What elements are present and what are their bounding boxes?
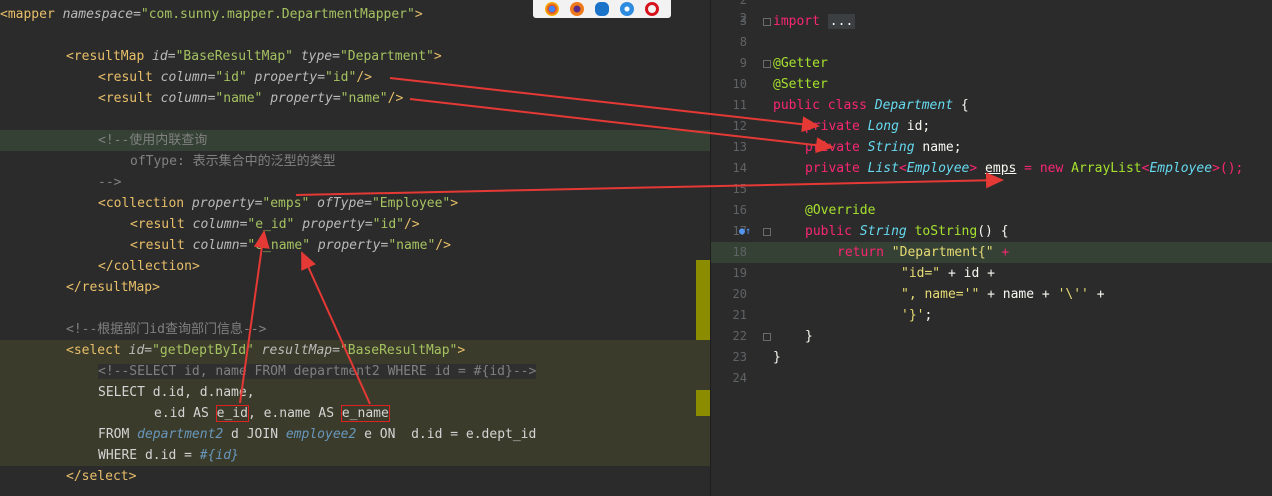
code-line[interactable]: ", name='" + name + '\'' +	[901, 284, 1105, 305]
field-name[interactable]: private String name;	[805, 137, 962, 158]
browser-open-toolbar[interactable]	[533, 0, 671, 18]
code-line[interactable]: <resultMap id="BaseResultMap" type="Depa…	[66, 46, 711, 67]
line-number: 23	[732, 350, 747, 364]
comment-line[interactable]: -->	[98, 172, 711, 193]
comment-line[interactable]: <!--根据部门id查询部门信息-->	[66, 319, 711, 340]
line-number: 19	[732, 266, 747, 280]
code-line[interactable]: </select>	[66, 466, 711, 487]
code-line[interactable]: <result column="e_name" property="name"/…	[130, 235, 711, 256]
chrome-icon[interactable]	[544, 2, 559, 16]
code-line[interactable]: <result column="name" property="name"/>	[98, 88, 711, 109]
setter-annotation[interactable]: @Setter	[773, 74, 828, 95]
code-line[interactable]: </resultMap>	[66, 277, 711, 298]
override-gutter-icon[interactable]: ●↑	[739, 221, 751, 242]
line-number: 18	[732, 245, 747, 259]
java-editor-pane[interactable]: 2 2 3 import ... 8 9 @Getter 10 @Setter 11 p…	[711, 0, 1272, 496]
xml-editor-pane[interactable]: <mapper namespace="com.sunny.mapper.Depa…	[0, 0, 711, 496]
line-number: 10	[732, 77, 747, 91]
line-number: 14	[732, 161, 747, 175]
fold-toggle[interactable]	[763, 18, 771, 26]
code-line[interactable]: WHERE d.id = #{id}	[98, 445, 711, 466]
code-line[interactable]: return "Department{" +	[837, 242, 1009, 263]
code-line[interactable]: <collection property="emps" ofType="Empl…	[98, 193, 711, 214]
line-number: 15	[732, 182, 747, 196]
line-number: 16	[732, 203, 747, 217]
class-declaration[interactable]: public class Department {	[773, 95, 969, 116]
code-line[interactable]: SELECT d.id, d.name,	[98, 382, 711, 403]
folded-imports[interactable]: ...	[827, 14, 856, 29]
code-line[interactable]: </collection>	[98, 256, 711, 277]
fold-toggle[interactable]	[763, 60, 771, 68]
field-id[interactable]: private Long id;	[805, 116, 930, 137]
code-line[interactable]: }	[773, 347, 781, 368]
line-number: 8	[739, 35, 747, 49]
line-number: 13	[732, 140, 747, 154]
safari-icon[interactable]	[620, 2, 635, 16]
line-number: 22	[732, 329, 747, 343]
override-annotation[interactable]: @Override	[805, 200, 875, 221]
code-line[interactable]: <result column="e_id" property="id"/>	[130, 214, 711, 235]
fold-toggle[interactable]	[763, 228, 771, 236]
code-line[interactable]: e.id AS e_id, e.name AS e_name	[154, 403, 711, 424]
line-number: 2	[739, 0, 747, 7]
code-line[interactable]: <result column="id" property="id"/>	[98, 67, 711, 88]
line-number: 12	[732, 119, 747, 133]
comment-line[interactable]: <!--使用内联查询	[98, 130, 710, 151]
code-line[interactable]: <select id="getDeptById" resultMap="Base…	[66, 340, 711, 361]
code-line[interactable]: '}';	[901, 305, 932, 326]
firefox-icon[interactable]	[569, 2, 584, 16]
comment-line[interactable]: <!--SELECT id, name FROM department2 WHE…	[98, 361, 711, 382]
e-name-alias: e_name	[340, 405, 390, 422]
line-number: 9	[739, 56, 747, 70]
comment-line[interactable]: ofType: 表示集合中的泛型的类型	[130, 151, 711, 172]
line-number: 20	[732, 287, 747, 301]
line-number: 24	[732, 371, 747, 385]
code-line[interactable]: }	[805, 326, 813, 347]
fold-toggle[interactable]	[763, 333, 771, 341]
line-number: 11	[732, 98, 747, 112]
e-id-alias: e_id	[215, 405, 249, 422]
opera-icon[interactable]	[645, 2, 660, 16]
tostring-declaration[interactable]: public String toString() {	[805, 221, 1009, 242]
getter-annotation[interactable]: @Getter	[773, 53, 828, 74]
field-emps[interactable]: private List<Employee> emps = new ArrayL…	[805, 158, 1243, 179]
code-line[interactable]: import ...	[773, 11, 856, 32]
edge-icon[interactable]	[594, 2, 609, 16]
code-line[interactable]: "id=" + id +	[901, 263, 995, 284]
code-line[interactable]: FROM department2 d JOIN employee2 e ON d…	[98, 424, 711, 445]
line-number: 3	[739, 14, 747, 28]
line-number: 21	[732, 308, 747, 322]
